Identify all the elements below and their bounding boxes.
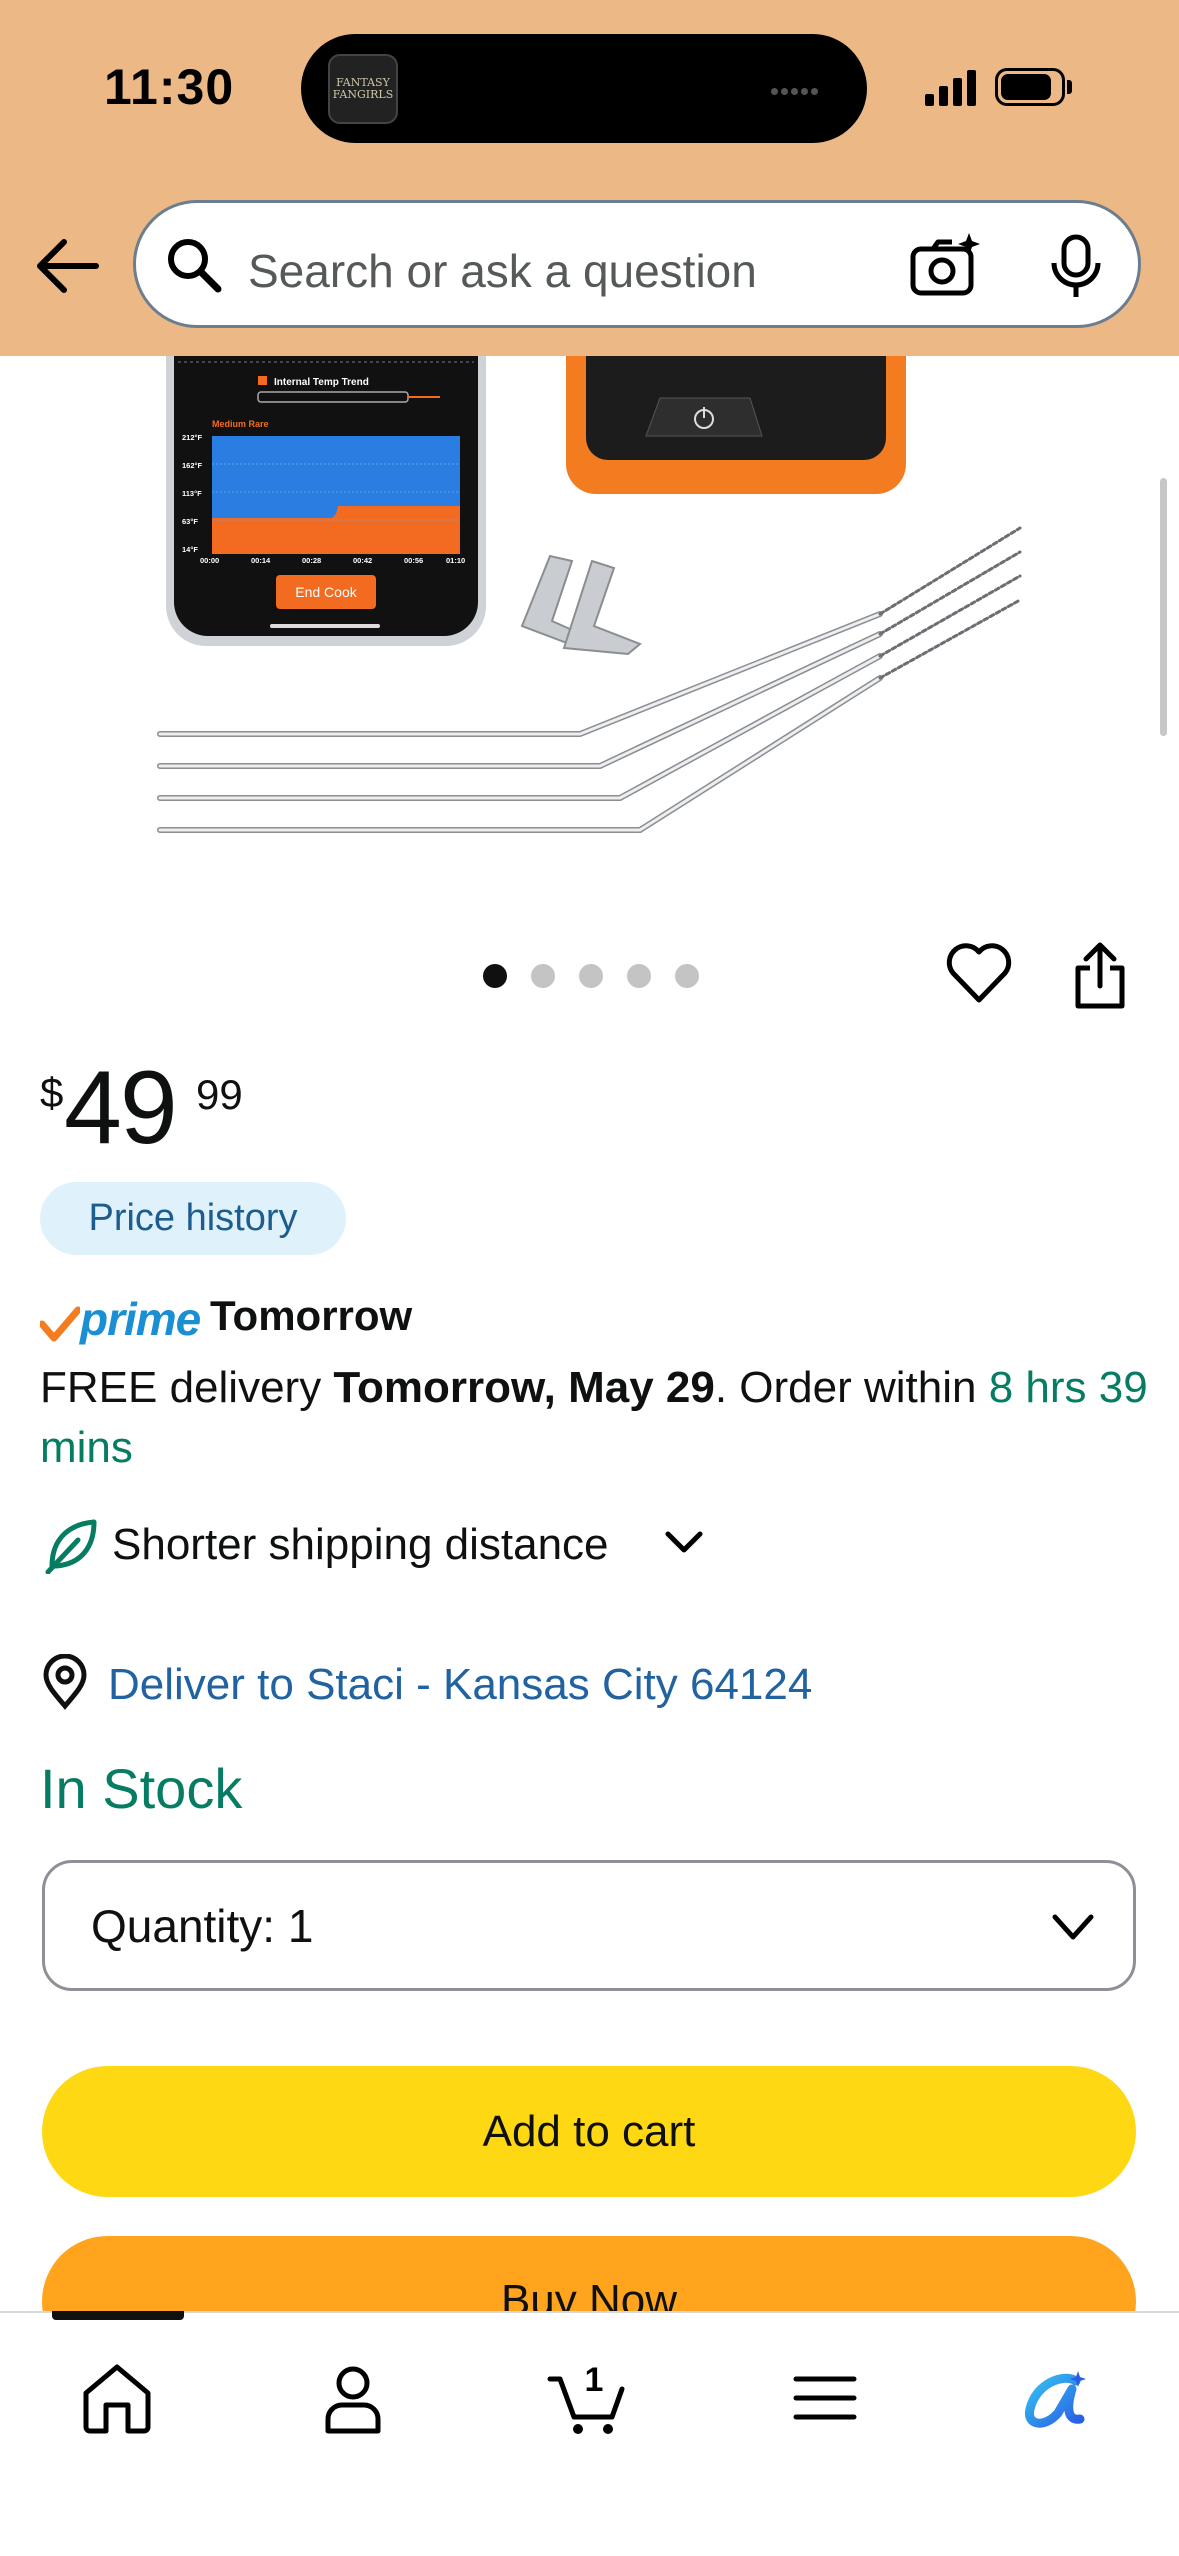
chevron-down-icon: [1052, 1914, 1094, 1940]
quantity-value: 1: [287, 1900, 314, 1952]
x-tick: 00:42: [353, 556, 372, 565]
carousel-dot-active[interactable]: [483, 964, 507, 988]
delivery-date: Tomorrow, May 29: [333, 1363, 715, 1412]
scroll-indicator: [1160, 478, 1167, 736]
status-time: 11:30: [104, 59, 235, 115]
screen-title: Internal Temp Trend: [274, 377, 369, 388]
probe-clips-illustration: [520, 554, 642, 656]
battery-icon: [995, 68, 1073, 106]
product-image[interactable]: Internal Temp Trend Medium Rare 212°F 16…: [140, 356, 1040, 876]
chevron-down-icon: [665, 1531, 703, 1553]
search-bar[interactable]: Search or ask a question: [133, 200, 1141, 328]
microphone-icon[interactable]: [1048, 233, 1104, 299]
camera-search-icon[interactable]: [909, 231, 981, 297]
account-icon[interactable]: [308, 2353, 398, 2443]
back-arrow-icon[interactable]: [32, 236, 102, 296]
heart-icon[interactable]: [945, 940, 1013, 1006]
island-app-icon: FANTASY FANGIRLS: [328, 54, 398, 124]
home-icon[interactable]: [72, 2353, 162, 2443]
y-tick: 212°F: [182, 433, 203, 442]
prime-day: Tomorrow: [210, 1292, 413, 1339]
quantity-select[interactable]: Quantity: 1: [42, 1860, 1136, 1991]
cart-icon[interactable]: 1: [544, 2353, 634, 2443]
active-tab-indicator: [52, 2311, 184, 2320]
deliver-to-text[interactable]: Deliver to Staci - Kansas City 64124: [108, 1660, 812, 1710]
x-tick: 00:00: [200, 556, 219, 565]
rufus-icon[interactable]: [1014, 2353, 1104, 2443]
phone-illustration: Internal Temp Trend Medium Rare 212°F 16…: [166, 356, 486, 646]
thermometer-base-illustration: [566, 356, 906, 494]
cart-count: 1: [585, 2361, 604, 2399]
y-tick: 14°F: [182, 545, 198, 554]
x-tick: 01:10: [446, 556, 465, 565]
carousel-dot[interactable]: [675, 964, 699, 988]
price-fraction: 99: [196, 1071, 243, 1118]
x-tick: 00:56: [404, 556, 423, 565]
carousel-dot[interactable]: [579, 964, 603, 988]
x-tick: 00:28: [302, 556, 321, 565]
carousel-dot[interactable]: [627, 964, 651, 988]
search-input[interactable]: Search or ask a question: [248, 244, 757, 298]
shipping-note: Shorter shipping distance: [112, 1520, 609, 1569]
prime-logo-text: prime: [80, 1293, 201, 1345]
y-tick: 162°F: [182, 461, 203, 470]
delivery-details: FREE delivery Tomorrow, May 29. Order wi…: [40, 1358, 1150, 1478]
y-tick: 113°F: [182, 489, 202, 498]
menu-icon[interactable]: [780, 2353, 870, 2443]
price-symbol: $: [40, 1069, 64, 1116]
location-pin-icon: [43, 1654, 87, 1710]
stock-status: In Stock: [40, 1757, 243, 1820]
price-whole: 49: [64, 1050, 178, 1166]
cellular-signal-icon: [925, 68, 979, 106]
end-cook-label: End Cook: [295, 584, 357, 600]
island-activity-dots: [771, 82, 837, 96]
dynamic-island: FANTASY FANGIRLS: [301, 34, 867, 143]
screen-subtitle: Medium Rare: [212, 419, 269, 429]
prime-check-icon: [40, 1306, 80, 1342]
search-icon: [168, 239, 222, 293]
bottom-navigation: 1: [0, 2311, 1179, 2556]
delivery-prefix: FREE delivery: [40, 1363, 334, 1412]
x-tick: 00:14: [251, 556, 271, 565]
carousel-dot[interactable]: [531, 964, 555, 988]
quantity-label: Quantity: 1: [91, 1900, 314, 1952]
leaf-icon: [45, 1519, 97, 1574]
add-to-cart-button[interactable]: Add to cart: [42, 2066, 1136, 2197]
share-icon[interactable]: [1072, 942, 1128, 1012]
price-history-button[interactable]: Price history: [40, 1182, 346, 1255]
top-header: 11:30 FANTASY FANGIRLS Search or ask a q…: [0, 0, 1179, 356]
y-tick: 63°F: [182, 517, 198, 526]
delivery-middle: . Order within: [714, 1363, 989, 1412]
